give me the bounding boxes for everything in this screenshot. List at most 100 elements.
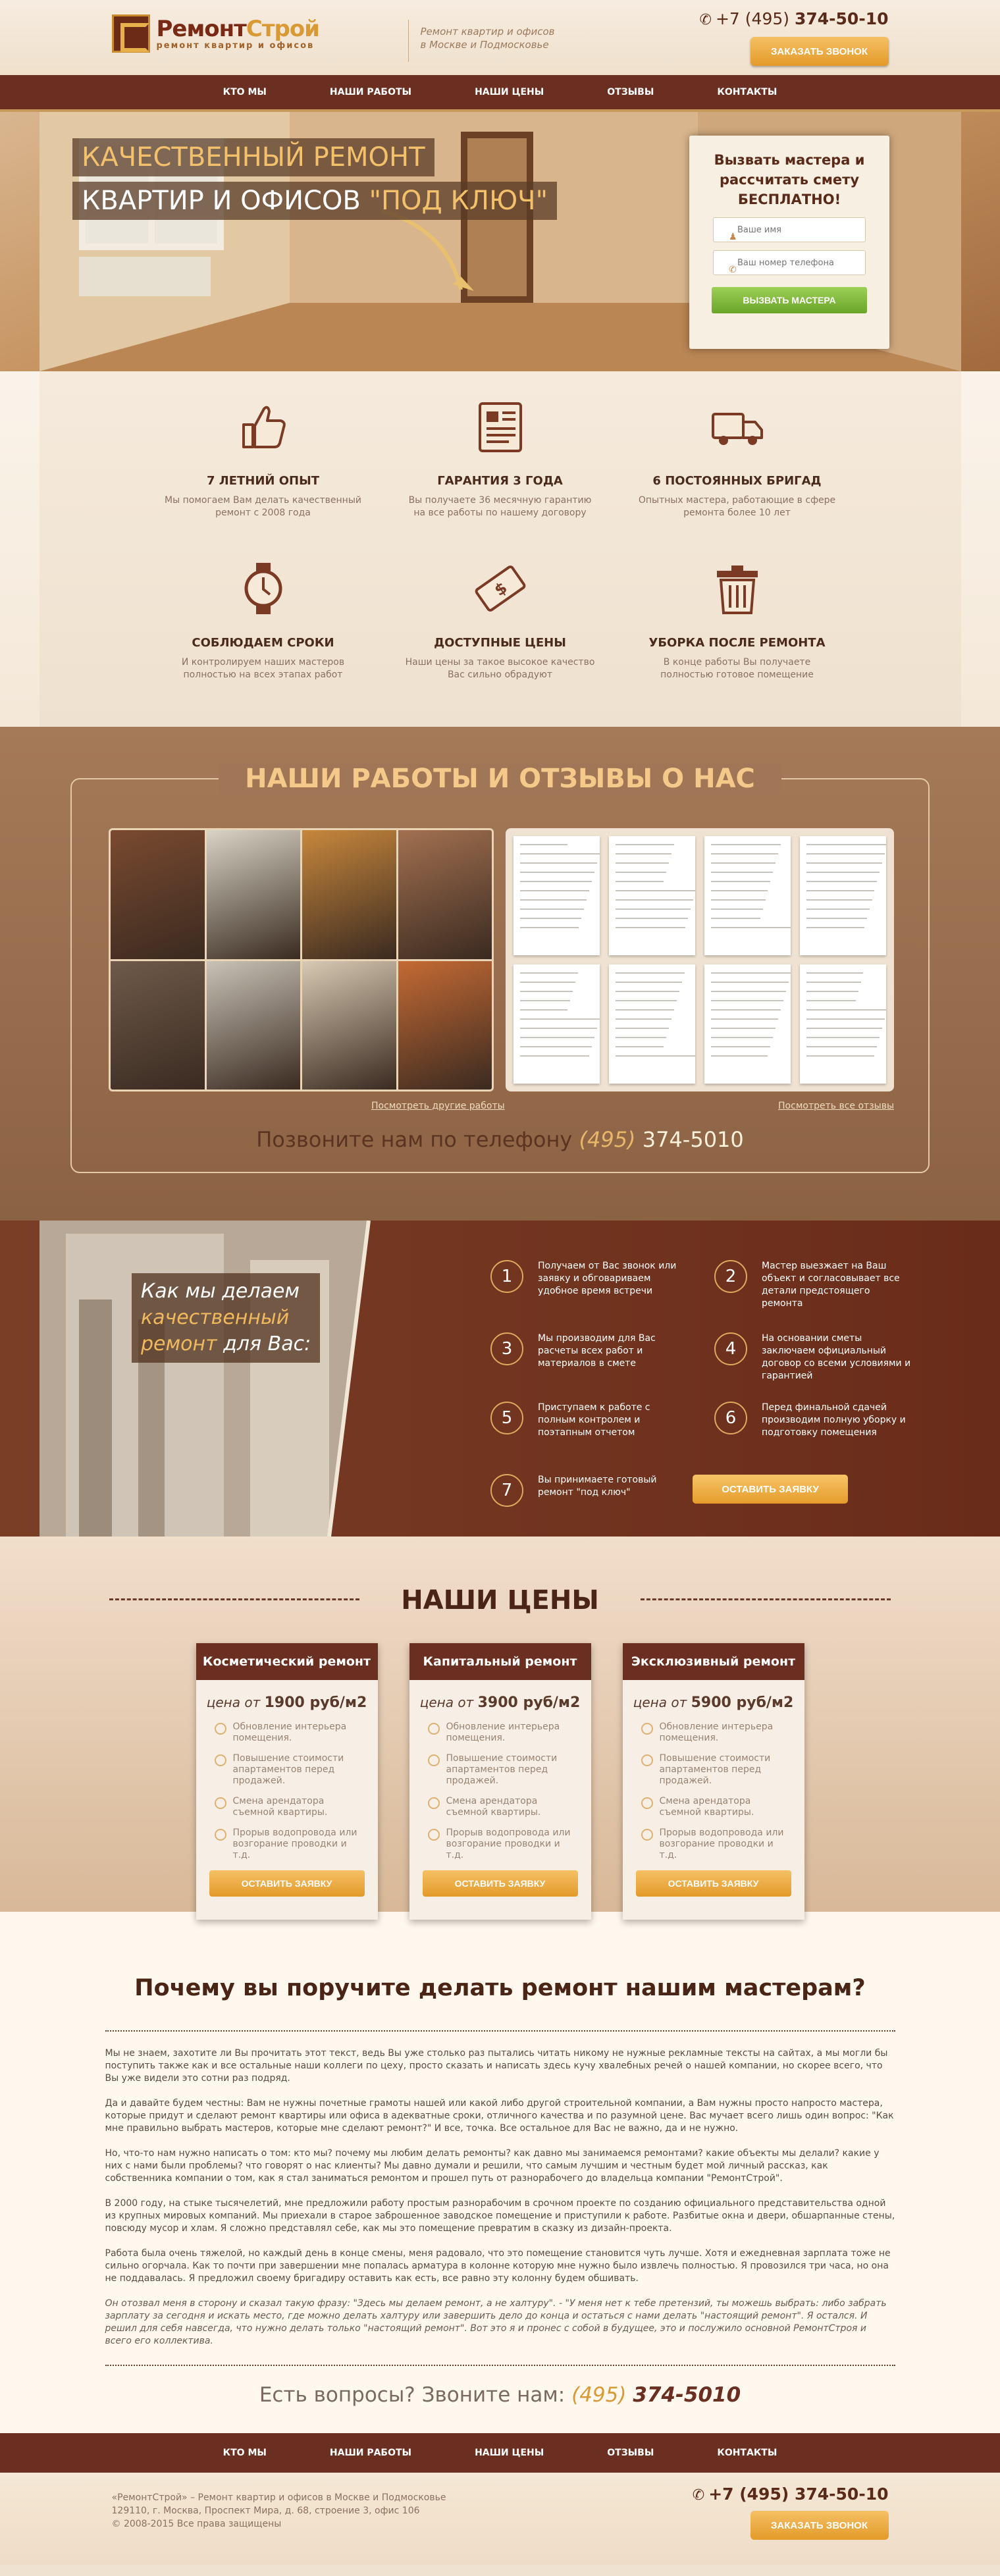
review-letter-thumbnail[interactable] [704, 836, 791, 955]
user-icon: ♟ [729, 232, 737, 242]
footer-phone[interactable]: ✆ +7 (495) 374-50-10 [693, 2484, 889, 2504]
nav-item-about[interactable]: КТО МЫ [223, 87, 267, 97]
why-section: Почему вы поручите делать ремонт нашим м… [0, 1912, 1000, 2433]
review-letter-thumbnail[interactable] [513, 964, 600, 1084]
works-box: НАШИ РАБОТЫ И ОТЗЫВЫ О НАС Посмотреть др… [70, 764, 930, 1173]
work-photo[interactable] [398, 830, 492, 959]
steps-interior-image [39, 1221, 371, 1537]
step-text: Мастер выезжает на Ваш объект и согласов… [762, 1261, 900, 1309]
review-letter-thumbnail[interactable] [704, 964, 791, 1084]
price-request-button[interactable]: ОСТАВИТЬ ЗАЯВКУ [422, 1870, 578, 1897]
price-feature: Повышение стоимости апартаментов перед п… [427, 1753, 573, 1787]
reviews-gallery [506, 828, 894, 1091]
site-footer: «РемонтСтрой» – Ремонт квартир и офисов … [0, 2473, 1000, 2565]
steps-section: Как мы делаем качественный ремонт для Вас:… [0, 1221, 1000, 1537]
process-step: 3 Мы производим для Вас расчеты всех рабо… [490, 1332, 688, 1370]
title-divider-right [641, 1598, 891, 1600]
features-section: 7 ЛЕТНИЙ ОПЫТ Мы помогаем Вам делать кач… [0, 371, 1000, 727]
step-number: 5 [490, 1402, 523, 1434]
work-photo[interactable] [302, 830, 396, 959]
price-request-button[interactable]: ОСТАВИТЬ ЗАЯВКУ [209, 1870, 365, 1897]
price-feature: Прорыв водопровода или возгорание провод… [641, 1827, 786, 1861]
work-photo[interactable] [111, 830, 205, 959]
request-call-button[interactable]: ЗАКАЗАТЬ ЗВОНОК [750, 37, 889, 66]
price-feature: Повышение стоимости апартаментов перед п… [214, 1753, 359, 1787]
price-card: Капитальный ремонт цена от 3900 руб/м2 Обн… [409, 1643, 591, 1920]
header-phone[interactable]: ✆ +7 (495) 374-50-10 [700, 9, 889, 28]
submit-request-button[interactable]: ОСТАВИТЬ ЗАЯВКУ [693, 1475, 848, 1504]
review-letter-thumbnail[interactable] [513, 836, 600, 955]
nav-item-contacts[interactable]: КОНТАКТЫ [717, 87, 777, 97]
price-value: цена от 3900 руб/м2 [419, 1695, 581, 1711]
footer-nav-reviews[interactable]: ОТЗЫВЫ [607, 2448, 654, 2458]
step-number: 7 [490, 1474, 523, 1507]
work-photo[interactable] [111, 960, 205, 1090]
footer-info: «РемонтСтрой» – Ремонт квартир и офисов … [111, 2492, 446, 2529]
call-master-button[interactable]: ВЫЗВАТЬ МАСТЕРА [712, 287, 867, 313]
step-number: 1 [490, 1260, 523, 1293]
works-title: НАШИ РАБОТЫ И ОТЗЫВЫ О НАС [219, 764, 781, 794]
process-step: 1 Получаем от Вас звонок или заявку и обг… [490, 1260, 688, 1298]
feature-teams: 6 ПОСТОЯННЫХ БРИГАД Опытных мастера, раб… [639, 395, 836, 533]
nav-item-reviews[interactable]: ОТЗЫВЫ [607, 87, 654, 97]
review-letter-thumbnail[interactable] [800, 964, 886, 1084]
price-card-title: Эксклюзивный ремонт [622, 1643, 804, 1680]
form-title: Вызвать мастера и рассчитать смету БЕСПЛ… [714, 152, 865, 207]
hero-title-line1: КАЧЕСТВЕННЫЙ РЕМОНТ [72, 138, 434, 176]
feature-title: СОБЛЮДАЕМ СРОКИ [192, 636, 334, 650]
thumbs-up-icon [232, 395, 295, 458]
logo[interactable]: РемонтСтрой ремонт квартир и офисов [111, 14, 321, 53]
review-letter-thumbnail[interactable] [800, 836, 886, 955]
works-gallery [109, 828, 494, 1091]
feature-title: 7 ЛЕТНИЙ ОПЫТ [206, 474, 320, 488]
footer-nav-contacts[interactable]: КОНТАКТЫ [717, 2448, 777, 2458]
watch-icon [232, 557, 295, 620]
step-number: 2 [714, 1260, 747, 1293]
feature-title: УБОРКА ПОСЛЕ РЕМОНТА [648, 636, 826, 650]
step-number: 4 [714, 1332, 747, 1365]
works-phone: Позвоните нам по телефону (495) 374-5010 [256, 1127, 744, 1152]
document-icon [469, 395, 532, 458]
more-works-link[interactable]: Посмотреть другие работы [371, 1101, 505, 1111]
step-text: Вы принимаете готовый ремонт "под ключ" [538, 1475, 657, 1498]
feature-deadlines: СОБЛЮДАЕМ СРОКИ И контролируем наших мас… [165, 557, 362, 695]
feature-guarantee: ГАРАНТИЯ 3 ГОДА Вы получаете 36 месячную… [402, 395, 599, 533]
phone-icon: ✆ [729, 265, 737, 275]
price-feature: Обновление интерьера помещения. [427, 1722, 573, 1744]
divider [105, 2365, 895, 2366]
work-photo[interactable] [206, 830, 300, 959]
footer-nav-works[interactable]: НАШИ РАБОТЫ [330, 2448, 411, 2458]
price-card-title: Косметический ремонт [196, 1643, 378, 1680]
phone-icon: ✆ [692, 2487, 705, 2504]
step-text: Перед финальной сдачей производим полную… [762, 1402, 906, 1438]
all-reviews-link[interactable]: Посмотреть все отзывы [778, 1101, 894, 1111]
price-value: цена от 1900 руб/м2 [206, 1695, 367, 1711]
nav-item-prices[interactable]: НАШИ ЦЕНЫ [475, 87, 544, 97]
process-step: 7 Вы принимаете готовый ремонт "под ключ" [490, 1474, 688, 1507]
review-letter-thumbnail[interactable] [609, 836, 695, 955]
why-paragraph: В 2000 году, на стыке тысячелетий, мне п… [105, 2198, 895, 2234]
feature-text: Наши цены за такое высокое качество Вас … [405, 657, 595, 680]
feature-text: И контролируем наших мастеров полностью … [181, 657, 345, 680]
money-icon: $ [469, 557, 532, 620]
footer-nav-about[interactable]: КТО МЫ [223, 2448, 267, 2458]
works-section: НАШИ РАБОТЫ И ОТЗЫВЫ О НАС Посмотреть др… [0, 727, 1000, 1221]
footer-nav-prices[interactable]: НАШИ ЦЕНЫ [475, 2448, 544, 2458]
price-value: цена от 5900 руб/м2 [633, 1695, 794, 1711]
work-photo[interactable] [302, 960, 396, 1090]
why-paragraph: Он отозвал меня в сторону и сказал такую… [105, 2298, 887, 2346]
price-feature: Прорыв водопровода или возгорание провод… [214, 1827, 359, 1861]
review-letter-thumbnail[interactable] [609, 964, 695, 1084]
work-photo[interactable] [206, 960, 300, 1090]
callback-form: Вызвать мастера и рассчитать смету БЕСПЛ… [689, 136, 889, 349]
step-text: На основании сметы заключаем официальный… [762, 1333, 911, 1381]
price-feature: Смена арендатора съемной квартиры. [214, 1796, 359, 1818]
logo-name: РемонтСтрой [156, 15, 321, 42]
feature-experience: 7 ЛЕТНИЙ ОПЫТ Мы помогаем Вам делать кач… [165, 395, 362, 533]
why-paragraph: Мы не знаем, захотите ли Вы прочитать эт… [105, 2048, 888, 2084]
nav-item-works[interactable]: НАШИ РАБОТЫ [330, 87, 411, 97]
price-request-button[interactable]: ОСТАВИТЬ ЗАЯВКУ [635, 1870, 791, 1897]
work-photo[interactable] [398, 960, 492, 1090]
why-paragraph: Работа была очень тяжелой, но каждый ден… [105, 2248, 891, 2284]
footer-request-call-button[interactable]: ЗАКАЗАТЬ ЗВОНОК [750, 2511, 889, 2540]
